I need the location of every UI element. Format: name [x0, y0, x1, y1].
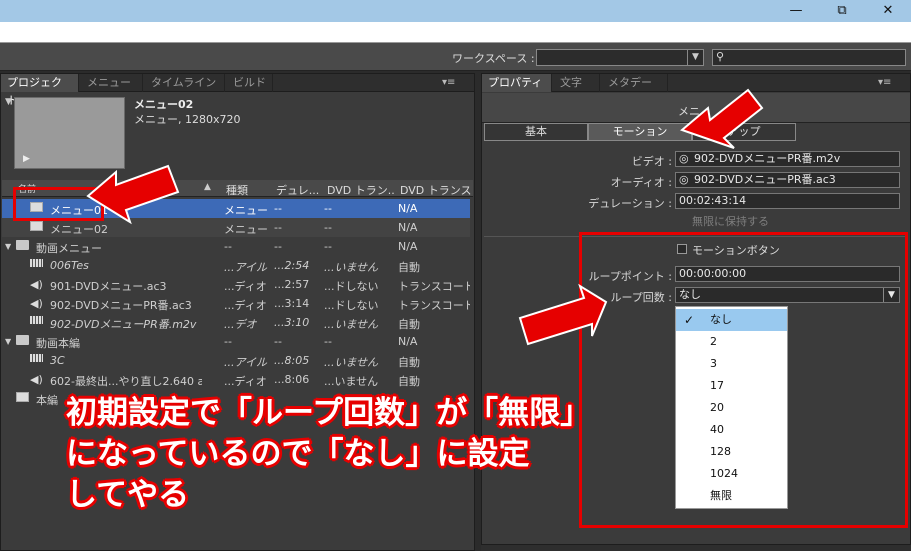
arrow-left-icon — [680, 88, 764, 149]
annotation-line-3: してやる — [66, 477, 190, 513]
annotation-line-2: になっているので「なし」に設定 — [66, 436, 530, 472]
arrow-right-icon — [518, 283, 608, 346]
annotation-line-1: 初期設定で「ループ回数」が「無限」 — [66, 395, 592, 431]
arrow-left-icon — [86, 164, 180, 225]
